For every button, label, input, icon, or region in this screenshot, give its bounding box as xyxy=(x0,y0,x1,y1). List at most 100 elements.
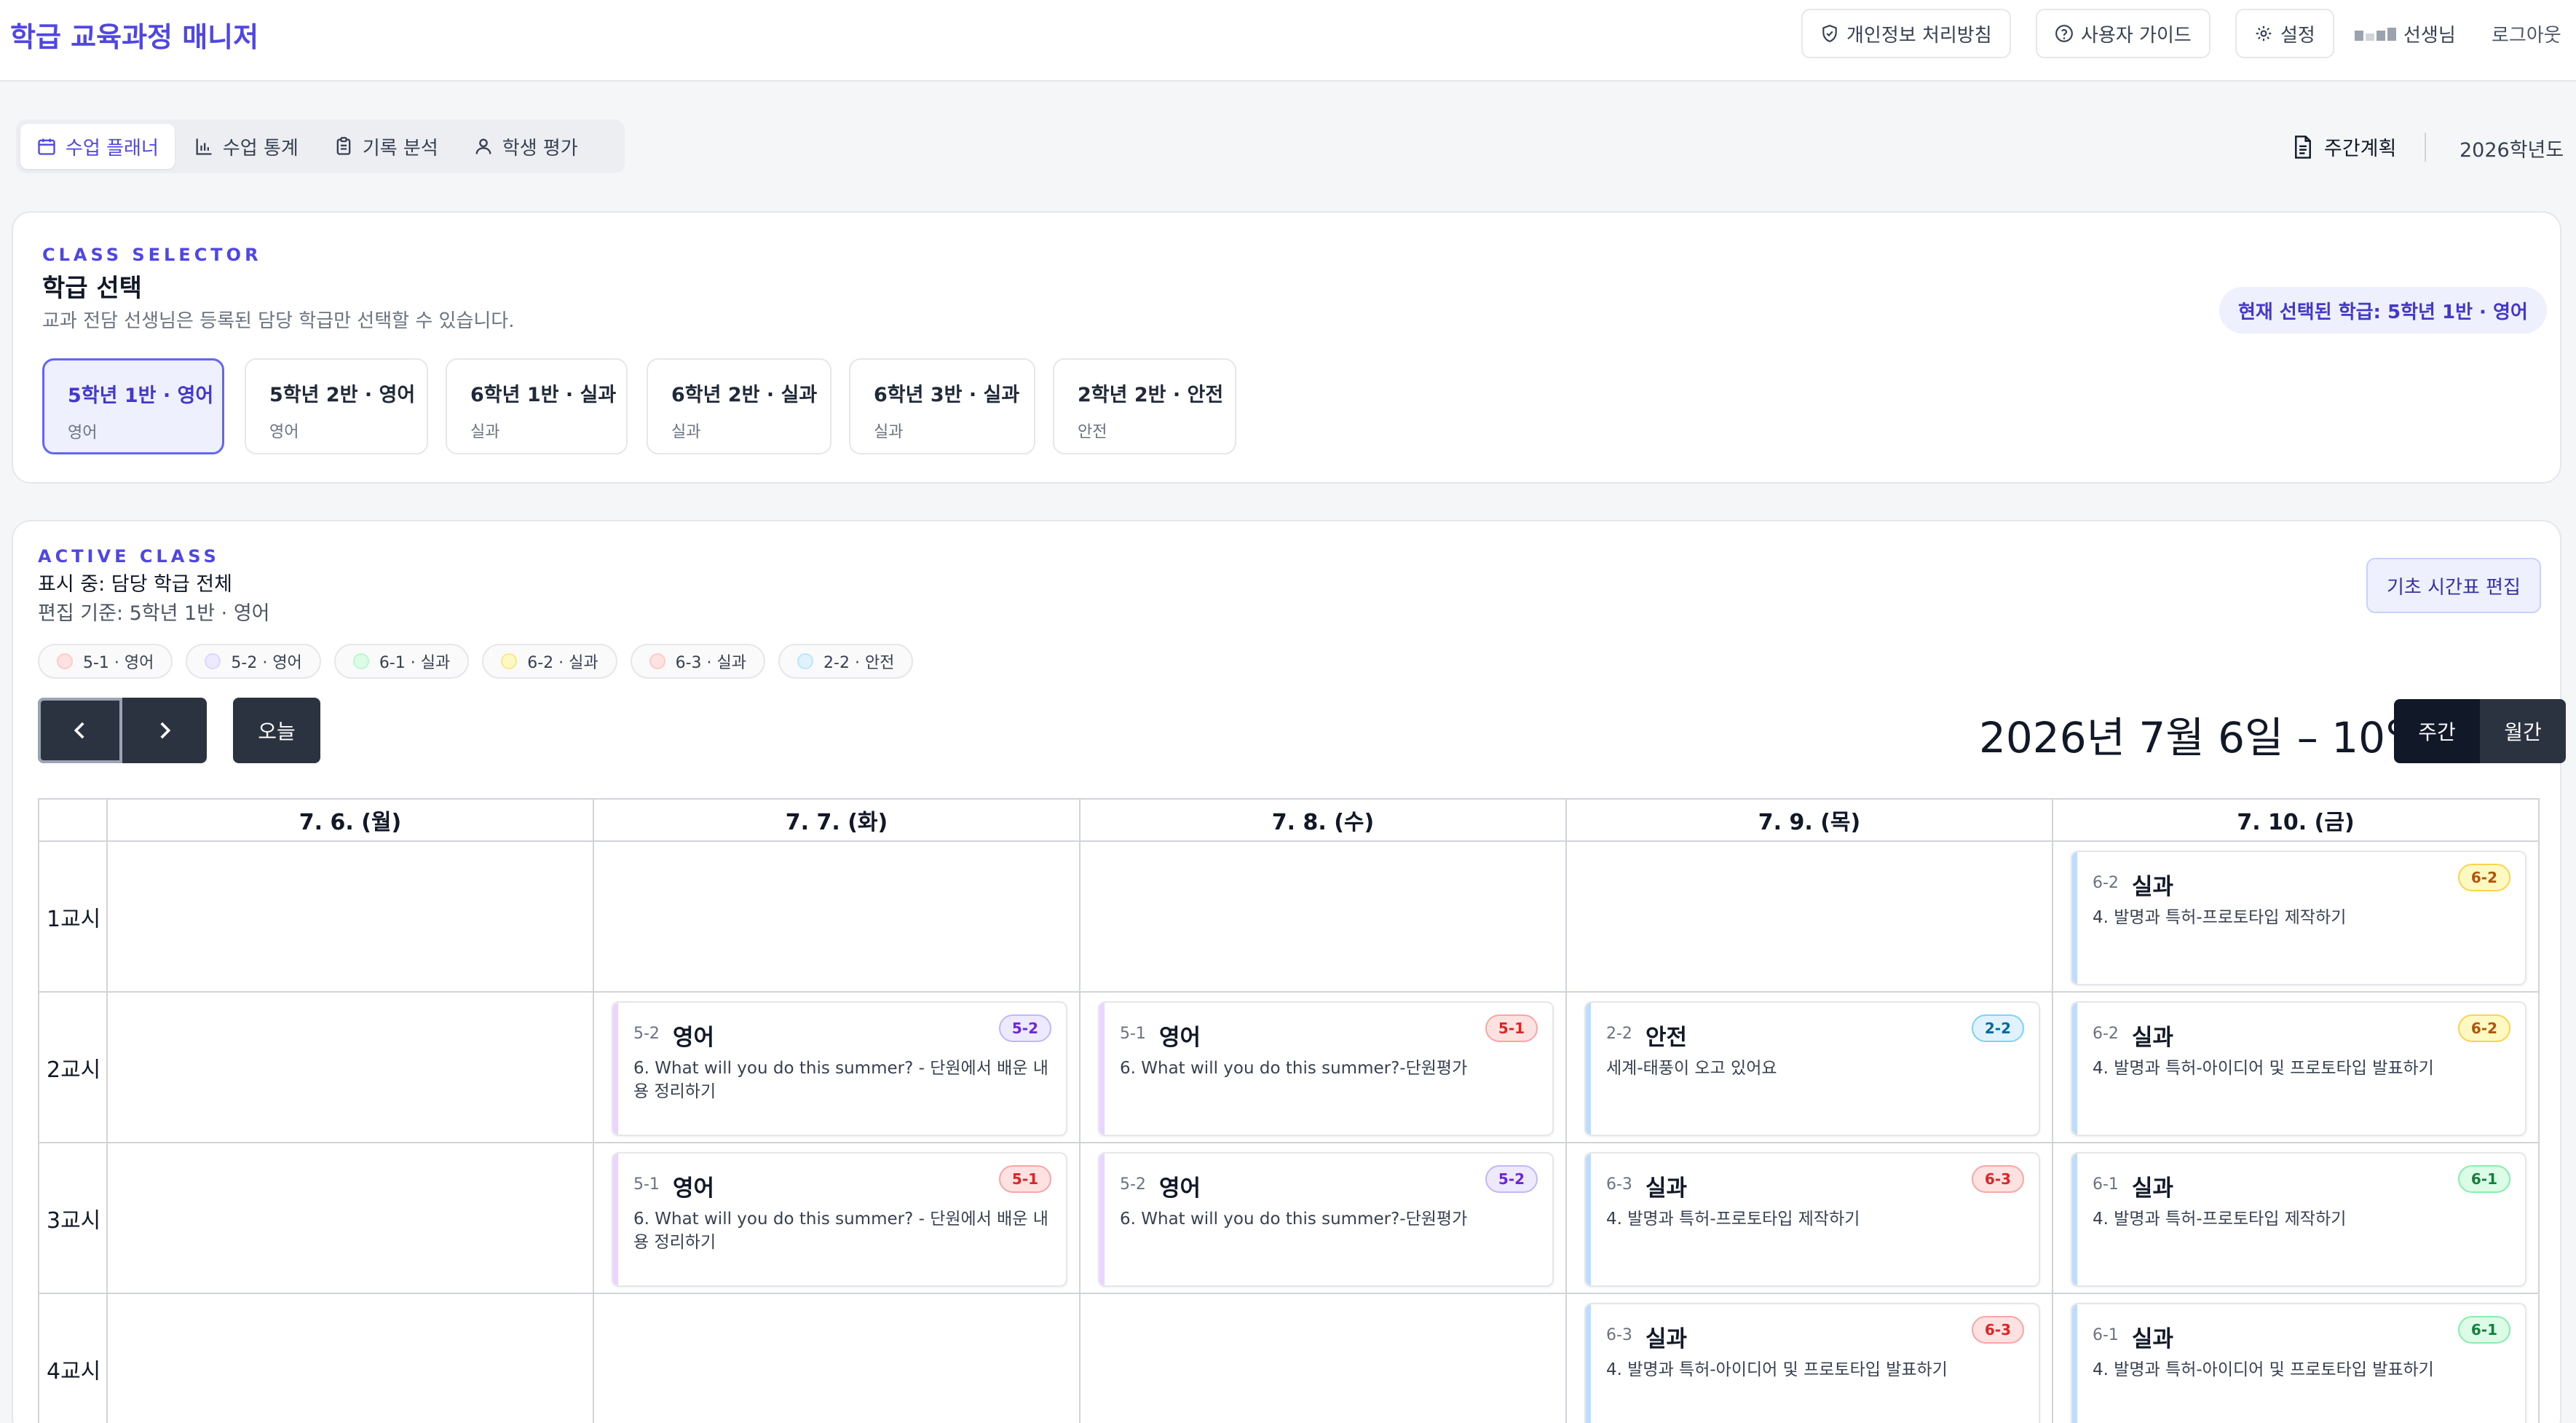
class-option-name: 5학년 1반 · 영어 xyxy=(68,385,214,407)
lesson-accent-bar xyxy=(1586,1003,1591,1135)
user-name: 선생님 xyxy=(2403,25,2456,47)
clipboard-icon xyxy=(336,137,351,155)
timetable-slot[interactable] xyxy=(1080,842,1567,993)
legend-chip[interactable]: 2-2 · 안전 xyxy=(778,644,914,679)
app-title[interactable]: 학급 교육과정 매니저 xyxy=(10,15,258,55)
gear-icon xyxy=(2256,25,2272,42)
tab-lesson-planner[interactable]: 수업 플래너 xyxy=(20,124,175,169)
lesson-class-code: 6-1 xyxy=(2093,1326,2119,1344)
legend-label: 5-1 · 영어 xyxy=(83,654,154,672)
lesson-class-badge: 6-1 xyxy=(2457,1316,2510,1344)
lesson-card[interactable]: 6-2 실과 6-2 4. 발명과 특허-프로토타입 제작하기 xyxy=(2071,851,2526,985)
lesson-class-badge: 6-3 xyxy=(1971,1165,2024,1193)
privacy-policy-label: 개인정보 처리방침 xyxy=(1846,24,1992,47)
lesson-description: 6. What will you do this summer?-단원평가 xyxy=(1120,1210,1468,1229)
day-header: 7. 7. (화) xyxy=(594,800,1080,842)
lesson-subject: 실과 xyxy=(2132,1326,2174,1352)
chevron-right-icon xyxy=(160,722,171,739)
week-view-button[interactable]: 주간 xyxy=(2394,699,2480,763)
editing-label: 편집 기준: 5학년 1반 · 영어 xyxy=(38,602,270,625)
legend-label: 2-2 · 안전 xyxy=(823,654,895,672)
lesson-card[interactable]: 5-2 영어 5-2 6. What will you do this summer?… xyxy=(612,1001,1067,1136)
timetable-slot[interactable] xyxy=(594,1294,1080,1423)
legend-chip[interactable]: 6-3 · 실과 xyxy=(630,644,766,679)
lesson-accent-bar xyxy=(1586,1304,1591,1423)
lesson-card[interactable]: 6-3 실과 6-3 4. 발명과 특허-아이디어 및 프로토타입 발표하기 xyxy=(1584,1303,2040,1423)
timetable-slot[interactable] xyxy=(594,842,1080,993)
legend-dot xyxy=(205,653,221,669)
settings-label: 설정 xyxy=(2280,24,2315,47)
legend-dot xyxy=(501,653,518,669)
lesson-card[interactable]: 6-1 실과 6-1 4. 발명과 특허-프로토타입 제작하기 xyxy=(2071,1152,2526,1287)
class-option-2-2[interactable]: 2학년 2반 · 안전 안전 xyxy=(1053,358,1236,454)
legend-label: 6-2 · 실과 xyxy=(527,654,598,672)
lesson-class-badge: 2-2 xyxy=(1971,1014,2024,1042)
timetable-slot[interactable] xyxy=(108,993,594,1143)
lesson-accent-bar xyxy=(1099,1154,1105,1285)
edit-base-timetable-button[interactable]: 기초 시간표 편집 xyxy=(2366,558,2541,613)
class-selector-eyebrow: CLASS SELECTOR xyxy=(42,245,262,265)
class-option-6-3[interactable]: 6학년 3반 · 실과 실과 xyxy=(849,358,1035,454)
lesson-subject: 영어 xyxy=(1159,1175,1201,1202)
previous-week-button[interactable] xyxy=(38,698,122,763)
timetable-slot[interactable] xyxy=(1567,842,2053,993)
settings-button[interactable]: 설정 xyxy=(2235,9,2334,58)
timetable-slot[interactable] xyxy=(108,842,594,993)
lesson-description: 세계-태풍이 오고 있어요 xyxy=(1606,1059,1777,1078)
weekly-timetable-grid: 7. 6. (월) 7. 7. (화) 7. 8. (수) 7. 9. (목) 7. 1… xyxy=(38,798,2540,1423)
toolbar-divider xyxy=(2425,133,2426,162)
legend-chip[interactable]: 6-1 · 실과 xyxy=(333,644,470,679)
class-option-5-2[interactable]: 5학년 2반 · 영어 영어 xyxy=(245,358,428,454)
class-option-name: 6학년 1반 · 실과 xyxy=(470,384,617,406)
lesson-accent-bar xyxy=(1099,1003,1105,1135)
tab-student-assessment[interactable]: 학생 평가 xyxy=(457,124,594,169)
legend-chip[interactable]: 6-2 · 실과 xyxy=(482,644,617,679)
tab-label: 기록 분석 xyxy=(362,137,438,159)
lesson-card[interactable]: 6-3 실과 6-3 4. 발명과 특허-프로토타입 제작하기 xyxy=(1584,1152,2040,1287)
school-year[interactable]: 2026학년도 xyxy=(2460,134,2564,162)
class-option-6-2[interactable]: 6학년 2반 · 실과 실과 xyxy=(647,358,831,454)
privacy-policy-button[interactable]: 개인정보 처리방침 xyxy=(1801,9,2011,58)
month-view-button[interactable]: 월간 xyxy=(2480,699,2566,763)
weekly-plan-button[interactable]: 주간계획 xyxy=(2292,133,2396,161)
lesson-subject: 실과 xyxy=(1645,1175,1688,1202)
class-option-6-1[interactable]: 6학년 1반 · 실과 실과 xyxy=(446,358,628,454)
lesson-description: 6. What will you do this summer? - 단원에서 … xyxy=(633,1210,1048,1252)
lesson-card[interactable]: 6-2 실과 6-2 4. 발명과 특허-아이디어 및 프로토타입 발표하기 xyxy=(2071,1001,2526,1136)
lesson-card[interactable]: 6-1 실과 6-1 4. 발명과 특허-아이디어 및 프로토타입 발표하기 xyxy=(2071,1303,2526,1423)
lesson-subject: 실과 xyxy=(2132,1175,2174,1202)
lesson-subject: 영어 xyxy=(1159,1025,1201,1051)
timetable-slot[interactable] xyxy=(1080,1294,1567,1423)
lesson-card[interactable]: 2-2 안전 2-2 세계-태풍이 오고 있어요 xyxy=(1584,1001,2040,1136)
legend-dot xyxy=(797,653,814,669)
legend-label: 5-2 · 영어 xyxy=(231,654,302,672)
lesson-description: 4. 발명과 특허-아이디어 및 프로토타입 발표하기 xyxy=(2093,1360,2434,1379)
day-header: 7. 6. (월) xyxy=(108,800,594,842)
logout-link[interactable]: 로그아웃 xyxy=(2492,20,2561,47)
today-button[interactable]: 오늘 xyxy=(233,698,320,763)
tab-record-analysis[interactable]: 기록 분석 xyxy=(317,124,454,169)
lesson-subject: 실과 xyxy=(2132,874,2174,900)
class-option-5-1[interactable]: 5학년 1반 · 영어 영어 xyxy=(42,358,224,454)
lesson-accent-bar xyxy=(2072,1154,2077,1285)
legend-chip[interactable]: 5-2 · 영어 xyxy=(186,644,321,679)
lesson-card[interactable]: 5-1 영어 5-1 6. What will you do this summer?… xyxy=(612,1152,1067,1287)
next-week-button[interactable] xyxy=(122,698,207,763)
tab-label: 수업 통계 xyxy=(222,137,299,159)
active-class-card: ACTIVE CLASS 표시 중: 담당 학급 전체 편집 기준: 5학년 1… xyxy=(12,520,2566,1423)
user-guide-button[interactable]: 사용자 가이드 xyxy=(2036,9,2210,58)
current-class-badge: 현재 선택된 학급: 5학년 1반 · 영어 xyxy=(2219,287,2547,334)
tab-lesson-stats[interactable]: 수업 통계 xyxy=(178,124,315,169)
legend-chip[interactable]: 5-1 · 영어 xyxy=(38,644,173,679)
user-profile[interactable]: 선생님 xyxy=(2355,20,2456,47)
lesson-class-badge: 5-2 xyxy=(1485,1165,1538,1193)
timetable-slot[interactable] xyxy=(108,1294,594,1423)
timetable-slot[interactable] xyxy=(108,1143,594,1294)
lesson-class-badge: 6-3 xyxy=(1971,1316,2024,1344)
view-toggle: 주간 월간 xyxy=(2394,699,2566,763)
legend-dot xyxy=(649,653,665,669)
lesson-card[interactable]: 5-1 영어 5-1 6. What will you do this summer?… xyxy=(1098,1001,1554,1136)
lesson-description: 6. What will you do this summer?-단원평가 xyxy=(1120,1059,1468,1078)
bar-chart-icon xyxy=(196,138,212,155)
lesson-card[interactable]: 5-2 영어 5-2 6. What will you do this summer?… xyxy=(1098,1152,1554,1287)
